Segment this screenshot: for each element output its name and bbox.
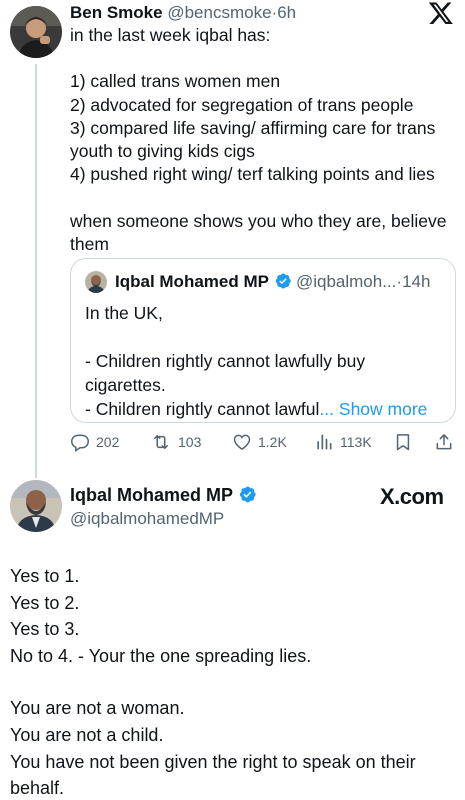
retweet-icon	[150, 432, 172, 452]
quote-text: In the UK, - Children rightly cannot law…	[85, 301, 445, 421]
tweet-text: in the last week iqbal has: 1) called tr…	[70, 24, 455, 256]
reply-text: Yes to 1. Yes to 2. Yes to 3. No to 4. -…	[10, 563, 460, 800]
reply-icon	[70, 432, 90, 452]
tweet-closing: when someone shows you who they are, bel…	[70, 210, 447, 255]
tweet-intro: in the last week iqbal has:	[70, 25, 271, 45]
reply-line: You are not a child.	[10, 724, 164, 745]
reply-count: 202	[96, 434, 120, 450]
tweet-author-name[interactable]: Ben Smoke	[70, 3, 163, 22]
reply-line: Yes to 1.	[10, 566, 80, 586]
x-com-watermark: X.com	[380, 484, 444, 509]
reply-line: No to 4. - Your the one spreading lies.	[10, 645, 312, 666]
quote-time[interactable]: 14h	[402, 272, 430, 291]
show-more-link[interactable]: Show more	[339, 399, 428, 419]
retweet-button[interactable]: 103	[150, 432, 201, 452]
like-button[interactable]: 1.2K	[232, 432, 287, 452]
views-count: 113K	[340, 434, 372, 450]
tweet-point: 2) advocated for segregation of trans pe…	[70, 94, 414, 115]
quote-ellipsis: ...	[319, 399, 335, 419]
iqbal-mohamed-avatar[interactable]	[10, 480, 62, 532]
reply-line: Yes to 3.	[10, 619, 80, 640]
verified-badge-icon	[238, 485, 257, 509]
quoted-tweet[interactable]: Iqbal Mohamed MP @iqbalmoh...·14h In the …	[70, 258, 456, 423]
reply-line: Yes to 2.	[10, 592, 80, 613]
quote-author-avatar	[85, 271, 107, 293]
tweet-action-bar: 202 103 1.2K 113K	[70, 432, 460, 456]
thread-line	[35, 64, 37, 478]
share-icon	[434, 432, 454, 452]
tweet-time[interactable]: 6h	[277, 3, 296, 22]
like-icon	[232, 432, 252, 452]
views-button[interactable]: 113K	[314, 432, 372, 452]
reply-author-name[interactable]: Iqbal Mohamed MP	[70, 485, 233, 505]
bookmark-icon	[393, 432, 413, 452]
share-button[interactable]	[434, 432, 454, 452]
quote-line: In the UK,	[85, 303, 163, 323]
verified-badge-icon	[274, 272, 292, 297]
tweet-point: 4) pushed right wing/ terf talking point…	[70, 164, 435, 185]
quote-line-truncated: - Children rightly cannot lawful... Show…	[85, 397, 445, 421]
quote-line: - Children rightly cannot lawful	[85, 399, 320, 419]
retweet-count: 103	[178, 434, 202, 450]
tweet-point: 3) compared life saving/ affirming care …	[70, 117, 436, 162]
quote-header: Iqbal Mohamed MP @iqbalmoh...·14h	[115, 270, 430, 297]
tweet-point: 1) called trans women men	[70, 71, 281, 92]
reply-line: You have not been given the right to spe…	[10, 751, 416, 799]
ben-smoke-avatar[interactable]	[10, 6, 62, 58]
reply-line: You are not a woman.	[10, 698, 185, 719]
tweet-author-handle[interactable]: @bencsmoke	[167, 3, 271, 22]
reply-author-handle[interactable]: @iqbalmohamedMP	[70, 508, 224, 530]
like-count: 1.2K	[258, 434, 287, 450]
quote-author-handle[interactable]: @iqbalmoh...	[296, 272, 396, 291]
bookmark-button[interactable]	[393, 432, 413, 452]
views-icon	[314, 432, 334, 452]
quote-author-name[interactable]: Iqbal Mohamed MP	[115, 272, 269, 291]
reply-button[interactable]: 202	[70, 432, 119, 452]
reply-author-name-row: Iqbal Mohamed MP	[70, 484, 261, 509]
tweet-header: Ben Smoke @bencsmoke·6h	[70, 2, 296, 24]
quote-line: - Children rightly cannot lawfully buy c…	[85, 351, 366, 395]
